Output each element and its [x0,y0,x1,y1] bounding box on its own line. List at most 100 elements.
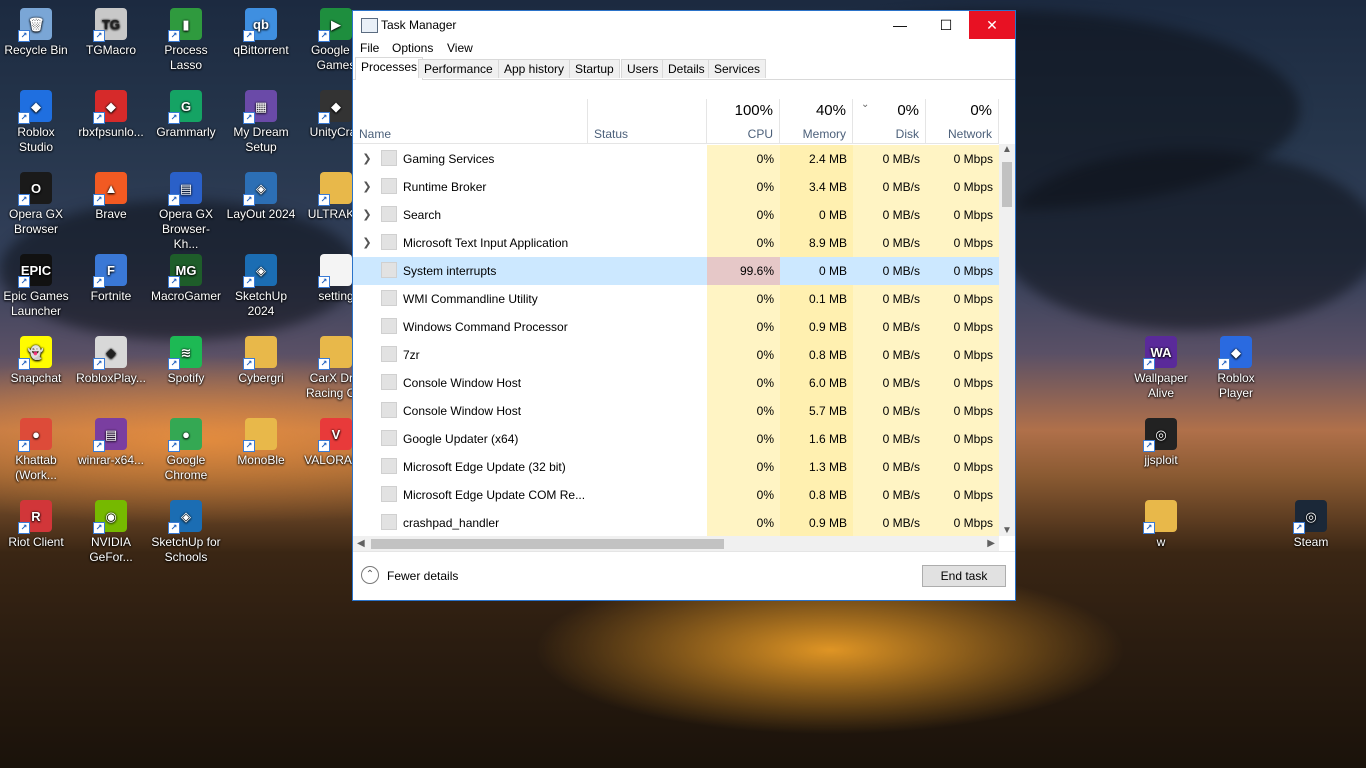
process-disk: 0 MB/s [853,481,926,509]
process-cpu: 99.6% [707,257,780,285]
desktop-shortcut[interactable]: O ↗ Opera GX Browser [0,172,72,237]
scroll-left-arrow-icon[interactable]: ◀ [357,538,365,549]
desktop-shortcut[interactable]: ↗ Cybergri [225,336,297,386]
column-status-label: Status [594,127,629,141]
process-row[interactable]: Windows Command Processor 0% 0.9 MB 0 MB/s 0… [353,313,999,341]
desktop-shortcut[interactable]: ◆ ↗ RobloxPlay... [75,336,147,386]
shortcut-arrow-icon: ↗ [168,276,180,288]
maximize-button[interactable]: ☐ [923,11,969,39]
shortcut-arrow-icon: ↗ [318,194,330,206]
scroll-up-arrow-icon[interactable]: ▲ [1002,144,1012,155]
menu-view[interactable]: View [447,41,473,55]
expand-chevron-icon[interactable]: ❯ [361,208,373,221]
process-disk: 0 MB/s [853,425,926,453]
process-memory: 6.0 MB [780,369,853,397]
shortcut-arrow-icon: ↗ [18,276,30,288]
desktop-shortcut[interactable]: 👻 ↗ Snapchat [0,336,72,386]
desktop-shortcut[interactable]: ▲ ↗ Brave [75,172,147,222]
menu-file[interactable]: File [360,41,379,55]
desktop-shortcut[interactable]: ◈ ↗ SketchUp 2024 [225,254,297,319]
desktop-shortcut[interactable]: EPIC ↗ Epic Games Launcher [0,254,72,319]
process-icon [381,262,397,278]
column-name[interactable]: Name [353,99,588,143]
minimize-button[interactable]: — [877,11,923,39]
process-row[interactable]: ❯ Runtime Broker 0% 3.4 MB 0 MB/s 0 Mbps [353,173,999,201]
desktop-shortcut[interactable]: TG ↗ TGMacro [75,8,147,58]
desktop-shortcut[interactable]: R ↗ Riot Client [0,500,72,550]
process-row[interactable]: Microsoft Edge Update (32 bit) 0% 1.3 MB 0 … [353,453,999,481]
desktop-shortcut[interactable]: ▤ ↗ winrar-x64... [75,418,147,468]
chrome-icon: ● ↗ [168,418,202,452]
sketchup-icon: ◈ ↗ [243,254,277,288]
scroll-right-arrow-icon[interactable]: ▶ [987,538,995,549]
roblox-player-icon: ◆ ↗ [93,336,127,370]
column-network[interactable]: 0% Network [926,99,999,143]
desktop-shortcut[interactable]: F ↗ Fortnite [75,254,147,304]
expand-chevron-icon[interactable]: ❯ [361,152,373,165]
process-memory: 8.9 MB [780,229,853,257]
desktop-shortcut[interactable]: MG ↗ MacroGamer [150,254,222,304]
desktop-shortcut[interactable]: ↗ MonoBle [225,418,297,468]
desktop-shortcut[interactable]: ◉ ↗ NVIDIA GeFor... [75,500,147,565]
process-row[interactable]: Google Updater (x64) 0% 1.6 MB 0 MB/s 0 Mbps [353,425,999,453]
horizontal-scrollbar[interactable]: ◀ ▶ [353,536,999,552]
shortcut-arrow-icon: ↗ [318,440,330,452]
process-row[interactable]: Microsoft Edge Update COM Re... 0% 0.8 MB 0… [353,481,999,509]
desktop-shortcut[interactable]: ◆ ↗ Roblox Player [1200,336,1272,401]
desktop-shortcut-label: TGMacro [85,43,136,57]
desktop-shortcut[interactable]: G ↗ Grammarly [150,90,222,140]
desktop-shortcut[interactable]: WA ↗ Wallpaper Alive [1125,336,1197,401]
desktop-shortcut[interactable]: ▤ ↗ Opera GX Browser-Kh... [150,172,222,252]
horizontal-scroll-thumb[interactable] [371,539,724,549]
desktop-shortcut[interactable]: ↗ w [1125,500,1197,550]
tab-app-history[interactable]: App history [498,59,571,78]
desktop-shortcut[interactable]: ● ↗ Google Chrome [150,418,222,483]
process-row[interactable]: ❯ Gaming Services 0% 2.4 MB 0 MB/s 0 Mbps [353,145,999,173]
process-row[interactable]: Console Window Host 0% 6.0 MB 0 MB/s 0 Mbps [353,369,999,397]
process-row[interactable]: WMI Commandline Utility 0% 0.1 MB 0 MB/s 0 M… [353,285,999,313]
process-icon [381,178,397,194]
column-memory[interactable]: 40% Memory [780,99,853,143]
column-disk[interactable]: ⌄ 0% Disk [853,99,926,143]
desktop-shortcut[interactable]: ● ↗ Khattab (Work... [0,418,72,483]
desktop-shortcut[interactable]: ≋ ↗ Spotify [150,336,222,386]
tab-processes[interactable]: Processes [355,57,424,80]
desktop-shortcut[interactable]: ▦ ↗ My Dream Setup [225,90,297,155]
desktop-shortcut[interactable]: ◈ ↗ SketchUp for Schools [150,500,222,565]
process-row[interactable]: ❯ Search 0% 0 MB 0 MB/s 0 Mbps [353,201,999,229]
tab-services[interactable]: Services [708,59,767,78]
vertical-scrollbar[interactable]: ▲ ▼ [999,144,1015,536]
column-cpu[interactable]: 100% CPU [707,99,780,143]
tab-performance[interactable]: Performance [418,59,499,78]
process-row[interactable]: 7zr 0% 0.8 MB 0 MB/s 0 Mbps [353,341,999,369]
tab-startup[interactable]: Startup [569,59,620,78]
desktop-shortcut[interactable]: qb ↗ qBittorrent [225,8,297,58]
end-task-button[interactable]: End task [922,565,1006,587]
column-status[interactable]: Status [588,99,707,143]
desktop-shortcut[interactable]: ◈ ↗ LayOut 2024 [225,172,297,222]
vertical-scroll-thumb[interactable] [1002,162,1012,207]
shortcut-arrow-icon: ↗ [93,276,105,288]
close-button[interactable]: ✕ [969,11,1015,39]
desktop-shortcut[interactable]: ◆ ↗ rbxfpsunlo... [75,90,147,140]
desktop-shortcut[interactable]: ◎ ↗ Steam [1275,500,1347,550]
desktop-shortcut[interactable]: ◎ ↗ jjsploit [1125,418,1197,468]
expand-chevron-icon[interactable]: ❯ [361,180,373,193]
tab-users[interactable]: Users [621,59,665,78]
process-row[interactable]: System interrupts 99.6% 0 MB 0 MB/s 0 Mbps [353,257,999,285]
shortcut-arrow-icon: ↗ [318,358,330,370]
process-row[interactable]: Console Window Host 0% 5.7 MB 0 MB/s 0 Mbps [353,397,999,425]
desktop-shortcut[interactable]: ▮ ↗ Process Lasso [150,8,222,73]
process-network: 0 Mbps [926,397,999,425]
scroll-down-arrow-icon[interactable]: ▼ [1002,525,1012,536]
process-row[interactable]: ❯ Microsoft Text Input Application 0% 8.9 M… [353,229,999,257]
tab-details[interactable]: Details [662,59,711,78]
desktop-shortcut-label: My Dream Setup [233,125,289,154]
title-bar[interactable]: Task Manager — ☐ ✕ [353,11,1015,39]
desktop-shortcut[interactable]: 🗑 ↗ Recycle Bin [0,8,72,58]
process-row[interactable]: crashpad_handler 0% 0.9 MB 0 MB/s 0 Mbps [353,509,999,536]
desktop-shortcut[interactable]: ◆ ↗ Roblox Studio [0,90,72,155]
shortcut-arrow-icon: ↗ [18,194,30,206]
expand-chevron-icon[interactable]: ❯ [361,236,373,249]
menu-options[interactable]: Options [392,41,433,55]
